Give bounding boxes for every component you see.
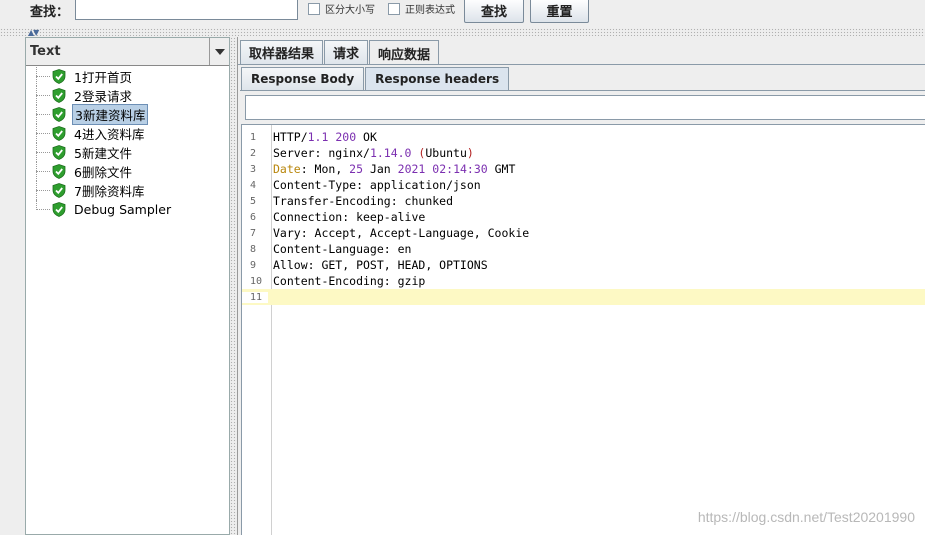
success-shield-icon [52,107,66,122]
success-shield-icon [52,88,66,103]
tree-item[interactable]: 7删除资料库 [26,181,229,200]
line-code: Content-Type: application/json [273,178,481,192]
line-code: HTTP/1.1 200 OK [273,130,377,144]
renderer-select[interactable]: Text [26,38,229,66]
line-code: Date: Mon, 25 Jan 2021 02:14:30 GMT [273,162,516,176]
success-shield-icon [52,183,66,198]
sampler-tree: 1打开首页 2登录请求 3新建资料库 4进入资料库 5新建文件 6删除文件 7删… [26,67,229,219]
find-label: 查找： [30,5,70,20]
tree-item[interactable]: 3新建资料库 [26,104,229,125]
line-code: Content-Language: en [273,242,412,256]
line-number: 7 [250,227,257,239]
editor-line: 7 Vary: Accept, Accept-Language, Cookie [242,225,925,241]
line-number: 3 [250,163,257,175]
regex-label: 正则表达式 [405,5,455,16]
line-number: 4 [250,179,257,191]
tree-item-label: 6删除文件 [74,165,132,180]
success-shield-icon [52,202,66,217]
response-subtabs: Response Body Response headers [241,67,510,90]
checkbox-box[interactable] [388,2,400,15]
response-search-input[interactable] [245,95,925,120]
line-number: 9 [250,259,257,271]
split-divider[interactable] [0,28,925,36]
editor-line: 3 Date: Mon, 25 Jan 2021 02:14:30 GMT [242,161,925,177]
success-shield-icon [52,126,66,141]
subtab[interactable]: Response Body [241,67,365,90]
editor-line: 9 Allow: GET, POST, HEAD, OPTIONS [242,257,925,273]
line-code: Allow: GET, POST, HEAD, OPTIONS [273,258,488,272]
tree-item[interactable]: 1打开首页 [26,67,229,86]
tree-item-label: 1打开首页 [74,70,132,85]
find-button[interactable]: 查找 [464,0,524,23]
search-toolbar: 查找： 区分大小写 正则表达式 查找 重置 [0,0,925,28]
renderer-value: Text [30,44,61,59]
line-number: 5 [250,195,257,207]
tree-item-label: 4进入资料库 [74,127,145,142]
editor-line: 8 Content-Language: en [242,241,925,257]
checkbox-box[interactable] [308,2,320,15]
line-code: Content-Encoding: gzip [273,274,426,288]
tree-item-label: 5新建文件 [74,146,132,161]
dropdown-arrow-icon[interactable] [209,38,229,65]
reset-button[interactable]: 重置 [530,0,589,23]
line-code: Connection: keep-alive [273,210,426,224]
tree-item[interactable]: 5新建文件 [26,143,229,162]
success-shield-icon [52,69,66,84]
editor-line: 1 HTTP/1.1 200 OK [242,129,925,145]
tree-item[interactable]: 2登录请求 [26,86,229,105]
line-code: Transfer-Encoding: chunked [273,194,454,208]
line-code: Server: nginx/1.14.0 (Ubuntu) [273,146,474,160]
case-sensitive-label: 区分大小写 [325,5,375,16]
editor-line: 2 Server: nginx/1.14.0 (Ubuntu) [242,145,925,161]
case-sensitive-checkbox[interactable]: 区分大小写 [308,1,375,16]
success-shield-icon [52,164,66,179]
tree-item-label: 3新建资料库 [72,104,149,125]
editor-line: 4 Content-Type: application/json [242,177,925,193]
response-headers-editor[interactable]: 1 HTTP/1.1 200 OK 2 Server: nginx/1.14.0 (U… [241,124,925,535]
editor-line: 11 [242,289,925,305]
tree-item[interactable]: 6删除文件 [26,162,229,181]
line-number: 8 [250,243,257,255]
line-number: 6 [250,211,257,223]
result-panel: 取样器结果 请求 响应数据 Response Body Response header… [237,37,925,535]
tree-item-label: 2登录请求 [74,89,132,104]
editor-line: 5 Transfer-Encoding: chunked [242,193,925,209]
vertical-split-divider[interactable] [230,37,237,535]
sampler-tree-panel: Text 1打开首页 2登录请求 3新建资料库 4进入资料库 5新建文件 6删除… [25,37,230,535]
line-code: Vary: Accept, Accept-Language, Cookie [273,226,530,240]
collapse-arrows-icon[interactable]: ▲▼ [28,28,39,37]
tab[interactable]: 响应数据 [369,40,440,65]
line-number: 1 [250,131,257,143]
line-number: 10 [250,275,263,287]
line-number: 11 [242,291,268,303]
find-input[interactable] [75,0,298,20]
regex-checkbox[interactable]: 正则表达式 [388,1,455,16]
tree-item-label: 7删除资料库 [74,184,145,199]
tree-item[interactable]: Debug Sampler [26,200,229,219]
tab[interactable]: 请求 [324,40,369,64]
tree-item[interactable]: 4进入资料库 [26,124,229,143]
watermark: https://blog.csdn.net/Test20201990 [697,509,915,525]
editor-line: 10 Content-Encoding: gzip [242,273,925,289]
tab[interactable]: 取样器结果 [240,40,324,64]
result-tabs: 取样器结果 请求 响应数据 [240,40,440,65]
line-number: 2 [250,147,257,159]
subtab[interactable]: Response headers [365,67,510,90]
tree-item-label: Debug Sampler [74,202,172,217]
success-shield-icon [52,145,66,160]
editor-line: 6 Connection: keep-alive [242,209,925,225]
